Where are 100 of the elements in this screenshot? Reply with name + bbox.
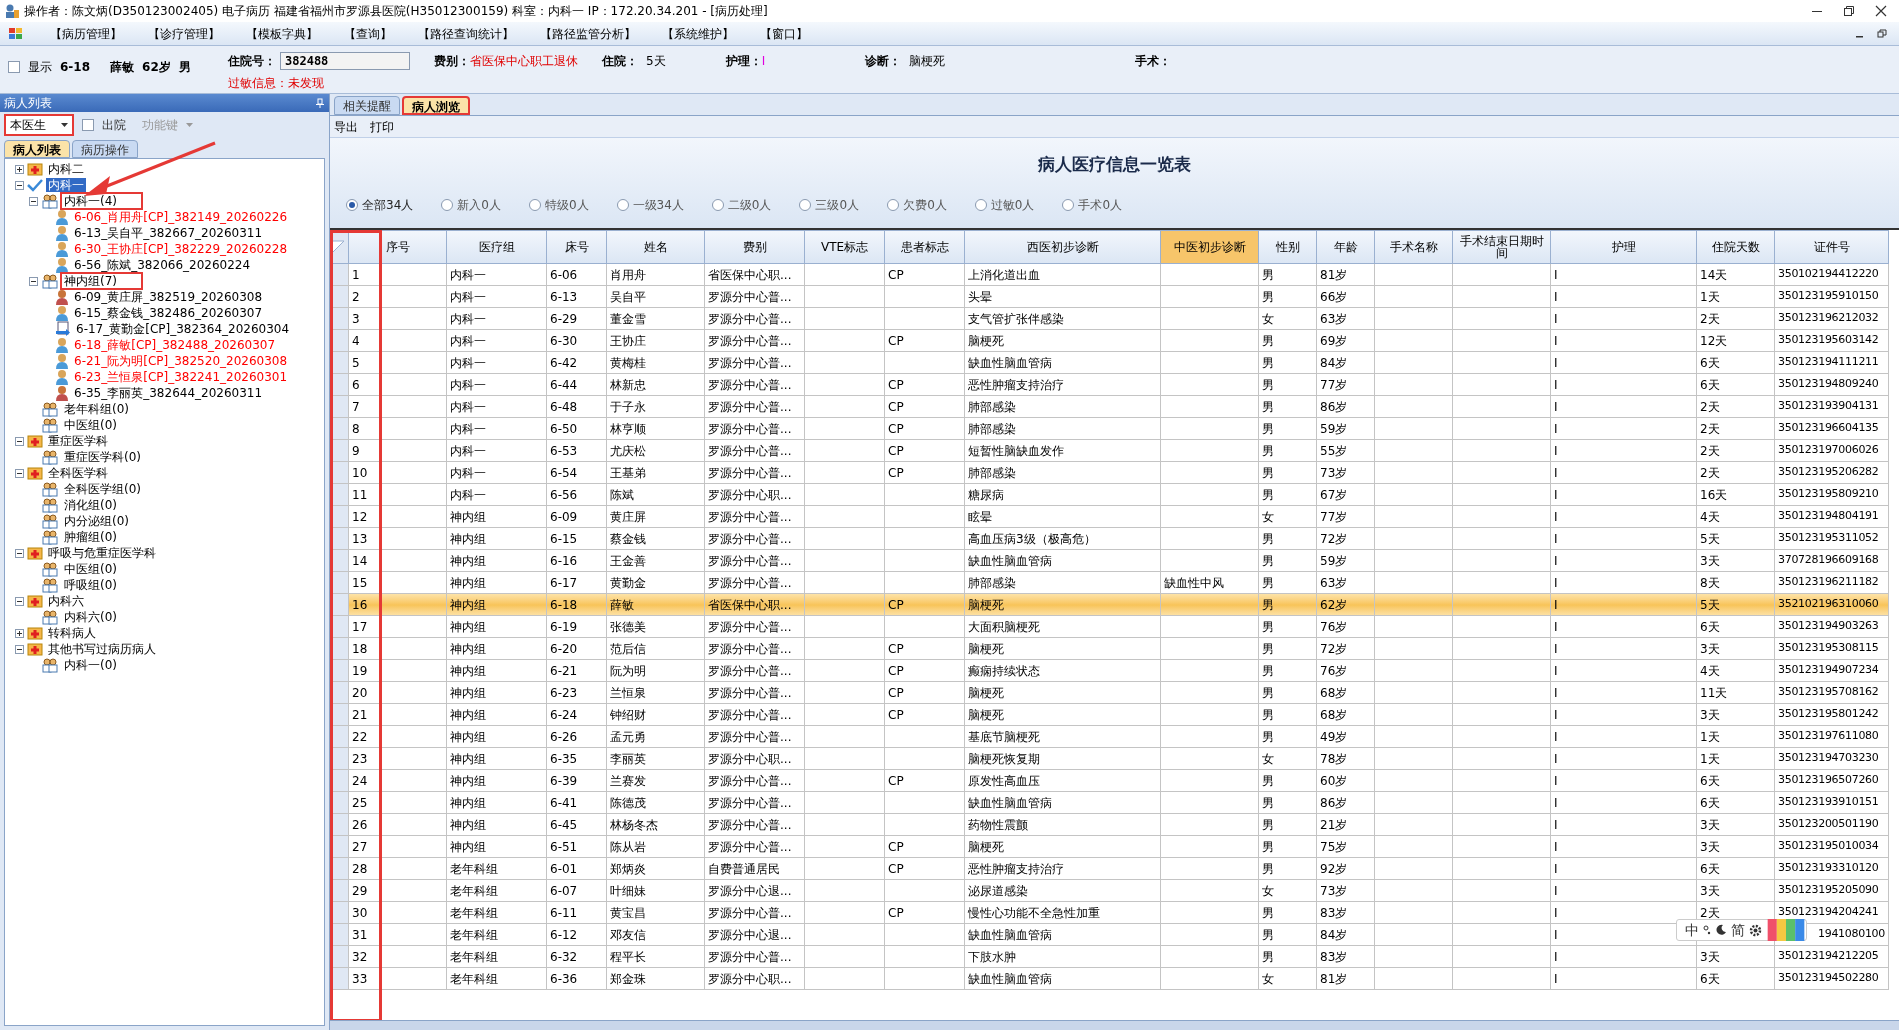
table-row[interactable]: 24 神内组 6-39 兰赛发 罗源分中心普... CP 原发性高血压 男 60岁 I 6天 350123196507260 [330,769,1889,792]
toolbar-button[interactable]: 导出 [334,117,358,136]
tree-item[interactable]: 内科二 [46,162,86,176]
tree-item[interactable]: 6-35_李丽英_382644_20260311 [72,386,265,400]
tree-item[interactable]: 呼吸组(0) [62,578,119,592]
table-row[interactable]: 7 内科一 6-48 于子永 罗源分中心普... CP 肺部感染 男 86岁 I 2天 350123193904131 [330,395,1889,418]
table-row[interactable]: 6 内科一 6-44 林新忠 罗源分中心普... CP 恶性肿瘤支持治疗 男 77岁 I 6天 350123194809240 [330,373,1889,396]
table-row[interactable]: 1 内科一 6-06 肖用舟 省医保中心职... CP 上消化道出血 男 81岁 I 14天 350102194412220 [330,263,1889,286]
main-tab[interactable]: 病人浏览 [402,96,470,115]
table-row[interactable]: 26 神内组 6-45 林杨冬杰 罗源分中心普... 药物性震颤 男 21岁 I 3天 350123200501190 [330,813,1889,836]
collapse-icon[interactable] [29,196,38,206]
tree-item[interactable]: 6-09_黄庄屏_382519_20260308 [72,290,265,304]
expand-icon[interactable] [15,164,24,174]
collapse-icon[interactable] [15,468,24,478]
collapse-icon[interactable] [15,644,24,654]
column-header[interactable]: 护理 [1550,230,1697,264]
column-header[interactable]: 年龄 [1316,230,1375,264]
tree-item[interactable]: 6-56_陈斌_382066_20260224 [72,258,253,272]
tree-item[interactable]: 内科一(0) [62,658,119,672]
column-header[interactable]: 姓名 [606,230,705,264]
filter-radio[interactable]: 全部34人 [346,195,414,214]
filter-radio[interactable]: 新入0人 [441,195,501,214]
menu-item[interactable]: 【路径监管分析】 [540,24,636,43]
tree-item[interactable]: 重症医学科 [46,434,110,448]
tree-item[interactable]: 6-13_吴自平_382667_20260311 [72,226,265,240]
table-row[interactable]: 4 内科一 6-30 王协庄 罗源分中心普... CP 脑梗死 男 69岁 I 12天 350123195603142 [330,329,1889,352]
table-row[interactable]: 2 内科一 6-13 吴自平 罗源分中心普... 头晕 男 66岁 I 1天 350123195910150 [330,285,1889,308]
table-row[interactable]: 29 老年科组 6-07 叶细妹 罗源分中心退... 泌尿道感染 女 73岁 I 3天 350123195205090 [330,879,1889,902]
menu-item[interactable]: 【系统维护】 [662,24,734,43]
column-header[interactable]: 中医初步诊断 [1160,230,1259,264]
restore-icon[interactable] [1843,5,1855,17]
tree-item[interactable]: 中医组(0) [62,418,119,432]
doctor-dropdown[interactable]: 本医生 [4,114,74,136]
tree-item[interactable]: 6-15_蔡金钱_382486_20260307 [72,306,265,320]
menu-item[interactable]: 【路径查询统计】 [418,24,514,43]
tree-item[interactable]: 全科医学组(0) [62,482,143,496]
tree-item[interactable]: 内科一(4) [62,194,141,208]
table-row[interactable]: 27 神内组 6-51 陈从岩 罗源分中心普... CP 脑梗死 男 75岁 I 3天 350123195010034 [330,835,1889,858]
main-tab[interactable]: 相关提醒 [334,96,400,115]
filter-radio[interactable]: 三级0人 [799,195,860,214]
filter-radio[interactable]: 手术0人 [1062,195,1123,214]
menu-item[interactable]: 【诊疗管理】 [148,24,220,43]
collapse-icon[interactable] [15,180,24,190]
table-row[interactable]: 15 神内组 6-17 黄勤金 罗源分中心普... 肺部感染 缺血性中风 男 63岁 I 8天 350123196211182 [330,571,1889,594]
column-header[interactable]: VTE标志 [804,230,885,264]
tree-item[interactable]: 呼吸与危重症医学科 [46,546,158,560]
tree-item[interactable]: 内科六(0) [62,610,119,624]
table-row[interactable]: 22 神内组 6-26 孟元勇 罗源分中心普... 基底节脑梗死 男 49岁 I 1天 350123197611080 [330,725,1889,748]
discharged-checkbox[interactable] [82,119,94,131]
tree-item[interactable]: 6-30_王协庄[CP]_382229_20260228 [72,242,290,256]
table-row[interactable]: 20 神内组 6-23 兰恒泉 罗源分中心普... CP 脑梗死 男 68岁 I 11天 350123195708162 [330,681,1889,704]
tree-item[interactable]: 6-18_薛敏[CP]_382488_20260307 [72,338,278,352]
column-header[interactable]: 序号 [348,230,447,264]
table-row[interactable]: 9 内科一 6-53 尤庆松 罗源分中心普... CP 短暂性脑缺血发作 男 55岁 I 2天 350123197006026 [330,439,1889,462]
column-header[interactable]: 床号 [546,230,607,264]
panel-tab[interactable]: 病历操作 [72,140,138,158]
tree-item[interactable]: 消化组(0) [62,498,119,512]
filter-radio[interactable]: 欠费0人 [887,195,947,214]
tree-item[interactable]: 其他书写过病历病人 [46,642,158,656]
tree-item[interactable]: 重症医学科(0) [62,450,143,464]
table-row[interactable]: 18 神内组 6-20 范后信 罗源分中心普... CP 脑梗死 男 72岁 I 3天 350123195308115 [330,637,1889,660]
filter-radio[interactable]: 过敏0人 [974,195,1035,214]
tree-item[interactable]: 内分泌组(0) [62,514,131,528]
table-row[interactable]: 25 神内组 6-41 陈德茂 罗源分中心普... 缺血性脑血管病 男 86岁 I 6天 350123193910151 [330,791,1889,814]
table-row[interactable]: 17 神内组 6-19 张德美 罗源分中心普... 大面积脑梗死 男 76岁 I 6天 350123194903263 [330,615,1889,638]
close-icon[interactable] [1875,5,1887,17]
tree-item[interactable]: 中医组(0) [62,562,119,576]
table-row[interactable]: 19 神内组 6-21 阮为明 罗源分中心普... CP 癫痫持续状态 男 76岁 I 4天 350123194907234 [330,659,1889,682]
show-checkbox[interactable] [8,61,20,73]
tree-item[interactable]: 6-23_兰恒泉[CP]_382241_20260301 [72,370,290,384]
filter-radio[interactable]: 特级0人 [528,195,589,214]
table-row[interactable]: 16 神内组 6-18 薛敏 省医保中心职... CP 脑梗死 男 62岁 I 5天 352102196310060 [330,593,1889,616]
expand-icon[interactable] [15,628,24,638]
collapse-icon[interactable] [15,436,24,446]
tree-item[interactable]: 6-21_阮为明[CP]_382520_20260308 [72,354,290,368]
filter-radio[interactable]: 一级34人 [616,195,684,214]
column-header[interactable]: 手术名称 [1374,230,1453,264]
table-row[interactable]: 28 老年科组 6-01 郑炳炎 自费普通居民 CP 恶性肿瘤支持治疗 男 92岁 I 6天 350123193310120 [330,857,1889,880]
table-row[interactable]: 3 内科一 6-29 董金雪 罗源分中心普... 支气管扩张伴感染 女 63岁 I 2天 350123196212032 [330,307,1889,330]
table-row[interactable]: 5 内科一 6-42 黄梅桂 罗源分中心普... 缺血性脑血管病 男 84岁 I 6天 350123194111211 [330,351,1889,374]
column-header[interactable]: 手术结束日期时间 [1452,230,1551,264]
table-row[interactable]: 13 神内组 6-15 蔡金钱 罗源分中心普... 高血压病3级（极高危） 男 72岁 I 5天 350123195311052 [330,527,1889,550]
menu-app-icon[interactable] [8,26,24,41]
collapse-icon[interactable] [29,276,38,286]
collapse-icon[interactable] [15,548,24,558]
horizontal-scrollbar[interactable] [330,1020,1899,1030]
filter-radio[interactable]: 二级0人 [711,195,772,214]
tree-item[interactable]: 内科一 [46,178,86,192]
menu-item[interactable]: 【查询】 [344,24,392,43]
table-row[interactable]: 32 老年科组 6-32 程平长 罗源分中心普... 下肢水肿 男 83岁 I 3天 350123194212205 [330,945,1889,968]
pin-icon[interactable] [315,98,325,108]
select-all-icon[interactable] [331,240,345,254]
collapse-icon[interactable] [15,596,24,606]
column-header[interactable]: 患者标志 [884,230,965,264]
table-row[interactable]: 10 内科一 6-54 王基弟 罗源分中心普... CP 肺部感染 男 73岁 I 2天 350123195206282 [330,461,1889,484]
column-header[interactable]: 医疗组 [446,230,547,264]
menu-item[interactable]: 【模板字典】 [246,24,318,43]
tree-item[interactable]: 内科六 [46,594,86,608]
tree-item[interactable]: 6-06_肖用舟[CP]_382149_20260226 [72,210,290,224]
panel-tab[interactable]: 病人列表 [4,140,70,158]
